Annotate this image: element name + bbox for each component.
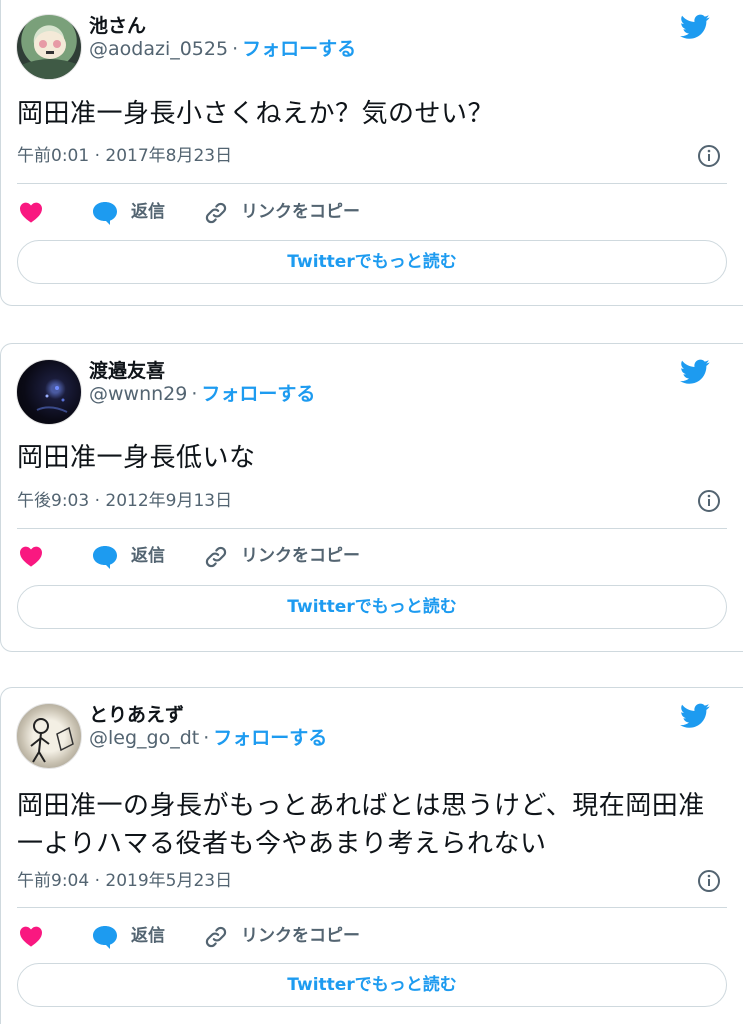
reply-button[interactable]: 返信 — [131, 544, 165, 568]
display-name[interactable]: 渡邉友喜 — [89, 359, 165, 383]
display-name[interactable]: 池さん — [89, 14, 146, 38]
read-more-button[interactable]: Twitterでもっと読む — [17, 585, 727, 629]
info-icon[interactable] — [697, 869, 721, 893]
info-icon[interactable] — [697, 144, 721, 168]
tweet-header: 池さん @aodazi_0525 · フォローする — [16, 14, 728, 82]
tweet-header: とりあえず @leg_go_dt · フォローする — [16, 703, 728, 771]
separator: · — [232, 38, 239, 60]
handle[interactable]: @leg_go_dt — [89, 727, 199, 749]
timestamp[interactable]: 午前9:04 · 2019年5月23日 — [17, 870, 232, 892]
tweet-text: 岡田准一身長低いな — [17, 443, 256, 473]
action-bar: 返信 リンクをコピー — [17, 198, 717, 226]
follow-button[interactable]: フォローする — [201, 383, 315, 405]
handle-row: @wwnn29 · フォローする — [89, 381, 315, 407]
action-bar: 返信 リンクをコピー — [17, 922, 717, 950]
divider — [17, 183, 727, 184]
twitter-bird-icon[interactable] — [680, 14, 710, 40]
separator: · — [191, 383, 198, 405]
avatar[interactable] — [16, 359, 82, 425]
tweet-card: とりあえず @leg_go_dt · フォローする 岡田准一の身長がもっとあればとは… — [0, 687, 743, 1024]
display-name[interactable]: とりあえず — [89, 703, 184, 727]
avatar[interactable] — [16, 703, 82, 769]
divider — [17, 907, 727, 908]
copy-link-button[interactable]: リンクをコピー — [241, 544, 360, 568]
twitter-bird-icon[interactable] — [680, 703, 710, 729]
follow-button[interactable]: フォローする — [242, 38, 356, 60]
reply-button[interactable]: 返信 — [131, 924, 165, 948]
timestamp[interactable]: 午前0:01 · 2017年8月23日 — [17, 145, 232, 167]
handle-row: @leg_go_dt · フォローする — [89, 725, 327, 751]
follow-button[interactable]: フォローする — [213, 727, 327, 749]
separator: · — [203, 727, 210, 749]
link-icon[interactable] — [203, 200, 229, 226]
avatar-image — [30, 718, 74, 763]
heart-icon[interactable] — [19, 545, 43, 567]
read-more-button[interactable]: Twitterでもっと読む — [17, 240, 727, 284]
link-icon[interactable] — [203, 924, 229, 950]
divider — [17, 528, 727, 529]
tweet-text: 岡田准一の身長がもっとあればとは思うけど、現在岡田准一よりハマる役者も今やあまり… — [17, 791, 705, 859]
copy-link-button[interactable]: リンクをコピー — [241, 200, 360, 224]
reply-bubble-icon[interactable] — [91, 544, 119, 570]
timestamp[interactable]: 午後9:03 · 2012年9月13日 — [17, 490, 232, 512]
twitter-bird-icon[interactable] — [680, 359, 710, 385]
handle-row: @aodazi_0525 · フォローする — [89, 36, 356, 62]
read-more-button[interactable]: Twitterでもっと読む — [17, 963, 727, 1007]
tweet-card: 渡邉友喜 @wwnn29 · フォローする 岡田准一身長低いな 午後9:03 · 2… — [0, 343, 743, 652]
reply-button[interactable]: 返信 — [131, 200, 165, 224]
avatar-image — [21, 31, 79, 79]
avatar[interactable] — [16, 14, 82, 80]
avatar-image — [36, 386, 68, 413]
heart-icon[interactable] — [19, 201, 43, 223]
tweet-card: 池さん @aodazi_0525 · フォローする 岡田准一身長小さくねえか？気のせ… — [0, 0, 743, 306]
handle[interactable]: @wwnn29 — [89, 383, 187, 405]
handle[interactable]: @aodazi_0525 — [89, 38, 228, 60]
link-icon[interactable] — [203, 544, 229, 570]
reply-bubble-icon[interactable] — [91, 924, 119, 950]
copy-link-button[interactable]: リンクをコピー — [241, 924, 360, 948]
tweet-header: 渡邉友喜 @wwnn29 · フォローする — [16, 359, 728, 427]
reply-bubble-icon[interactable] — [91, 200, 119, 226]
tweet-text: 岡田准一身長小さくねえか？気のせい？ — [17, 99, 495, 129]
action-bar: 返信 リンクをコピー — [17, 542, 717, 570]
info-icon[interactable] — [697, 489, 721, 513]
heart-icon[interactable] — [19, 925, 43, 947]
